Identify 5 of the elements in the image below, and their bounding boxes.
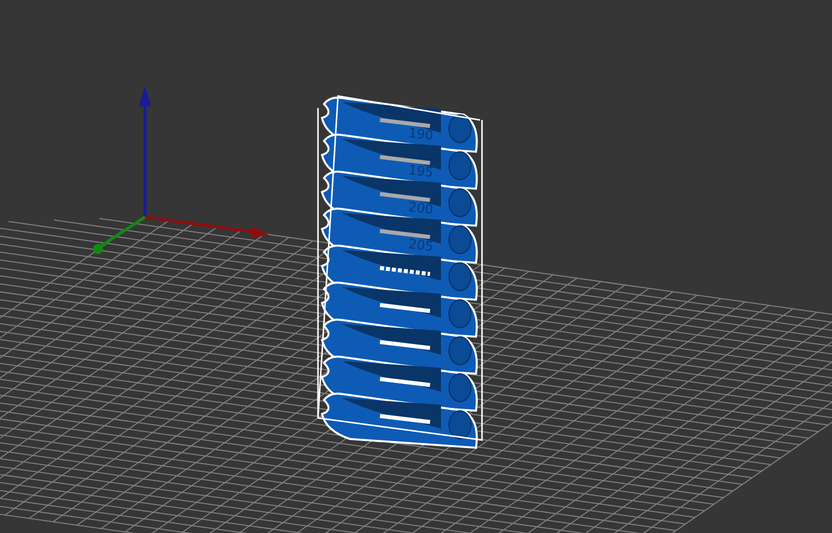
tier-label: 190 xyxy=(408,126,434,144)
tier-label: 200 xyxy=(408,200,434,218)
tier-label: 195 xyxy=(408,163,434,181)
tier-label: 205 xyxy=(408,237,434,255)
y-axis-arrow xyxy=(93,216,146,254)
